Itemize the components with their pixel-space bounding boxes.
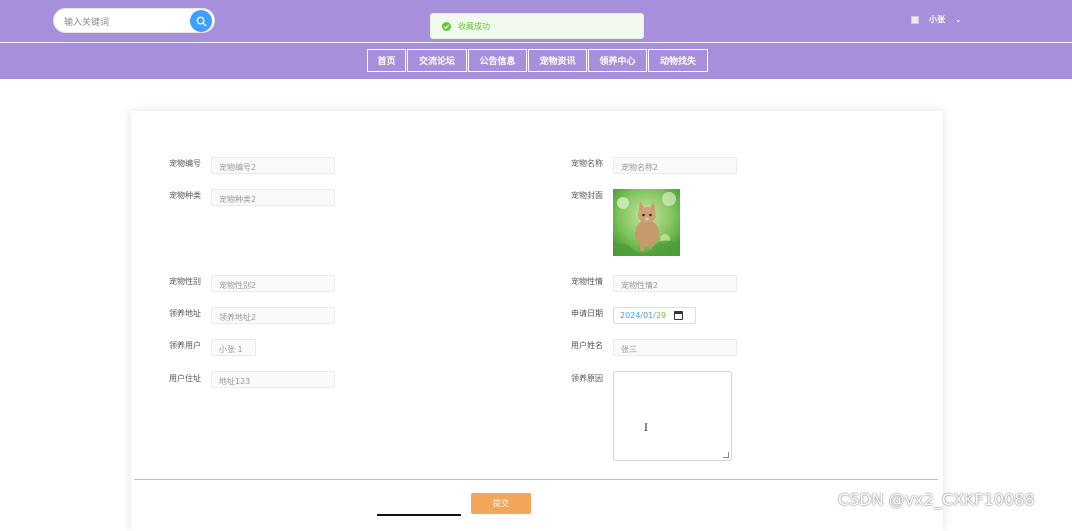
watermark-text: CSDN @vx2_CXKF10088	[838, 490, 1035, 509]
pet-name-field[interactable]: 宠物名称2	[613, 157, 737, 174]
pet-no-label: 宠物编号	[169, 159, 201, 168]
search-box[interactable]: 输入关键词	[53, 8, 215, 33]
nav-item-adopt-center[interactable]: 领养中心	[588, 49, 647, 72]
top-header: 输入关键词 收藏成功 小张 ⌄ 首页 交流论坛 公告信息 宠物资讯 领养中心 动…	[0, 0, 1072, 79]
user-realname-field[interactable]: 张三	[613, 339, 737, 356]
user-menu[interactable]: 小张 ⌄	[911, 14, 962, 25]
date-day[interactable]: 29	[656, 311, 666, 320]
adopt-addr-field[interactable]: 领养地址2	[211, 307, 335, 324]
user-addr-field[interactable]: 地址123	[211, 371, 335, 388]
calendar-icon[interactable]	[674, 311, 684, 320]
nav-item-news[interactable]: 宠物资讯	[528, 49, 587, 72]
date-month[interactable]: 01	[643, 311, 653, 320]
pet-temper-field[interactable]: 宠物性情2	[613, 275, 737, 292]
pet-cover-image[interactable]	[613, 189, 680, 256]
user-realname-label: 用户姓名	[571, 341, 603, 350]
pet-no-field[interactable]: 宠物编号2	[211, 157, 335, 174]
search-button[interactable]	[190, 10, 212, 32]
header-divider	[0, 42, 1072, 43]
text-cursor-icon: I	[644, 423, 648, 434]
apply-date-label: 申请日期	[571, 309, 603, 318]
adopt-user-label: 领养用户	[169, 341, 201, 350]
user-name[interactable]: 小张	[929, 14, 945, 25]
resize-handle[interactable]	[723, 452, 729, 458]
search-input[interactable]: 输入关键词	[64, 15, 109, 28]
nav-item-notice[interactable]: 公告信息	[468, 49, 527, 72]
apply-date-field[interactable]: 2024 / 01 / 29	[613, 307, 696, 324]
toast-message: 收藏成功	[458, 22, 490, 31]
adopt-user-field[interactable]: 小张 1	[211, 339, 256, 356]
pet-gender-field[interactable]: 宠物性别2	[211, 275, 335, 292]
avatar[interactable]	[911, 15, 919, 24]
pet-temper-label: 宠物性情	[571, 277, 603, 286]
adopt-reason-label: 领养原因	[571, 374, 603, 383]
pet-gender-label: 宠物性别	[169, 277, 201, 286]
submit-button[interactable]: 提交	[471, 493, 531, 514]
adopt-addr-label: 领养地址	[169, 309, 201, 318]
nav-item-home[interactable]: 首页	[367, 49, 406, 72]
adopt-reason-textarea[interactable]	[613, 371, 732, 461]
success-toast: 收藏成功	[430, 13, 644, 39]
form-divider	[134, 479, 938, 480]
user-addr-label: 用户住址	[169, 374, 201, 383]
chevron-down-icon[interactable]: ⌄	[955, 15, 962, 24]
check-circle-icon	[442, 22, 451, 31]
pet-name-label: 宠物名称	[571, 159, 603, 168]
search-icon	[196, 16, 206, 26]
pet-type-label: 宠物种类	[169, 191, 201, 200]
main-nav: 首页 交流论坛 公告信息 宠物资讯 领养中心 动物找失	[367, 49, 709, 72]
nav-item-lost-pets[interactable]: 动物找失	[648, 49, 708, 72]
pet-cover-label: 宠物封面	[571, 191, 603, 200]
date-year[interactable]: 2024	[620, 311, 640, 320]
nav-item-forum[interactable]: 交流论坛	[407, 49, 467, 72]
pet-type-field[interactable]: 宠物种类2	[211, 189, 335, 206]
